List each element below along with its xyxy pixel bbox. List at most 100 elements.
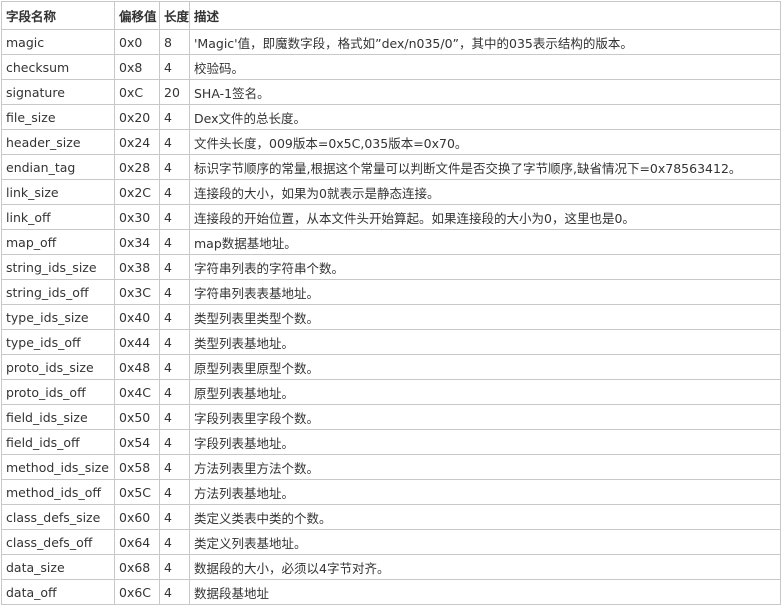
table-row: file_size 0x20 4 Dex文件的总长度。 [1,104,781,130]
table-body: magic 0x0 8 'Magic'值，即魔数字段，格式如”dex/n035/0”，… [1,29,781,605]
cell-length: 4 [159,379,190,405]
dex-header-table: 字段名称 偏移值 长度 描述 magic 0x0 8 'Magic'值，即魔数字段，格… [1,1,781,605]
cell-offset: 0x2C [114,179,160,205]
cell-description: 连接段的开始位置，从本文件头开始算起。如果连接段的大小为0，这里也是0。 [189,204,781,230]
cell-offset: 0x6C [114,579,160,605]
cell-description: 字段列表里字段个数。 [189,404,781,430]
cell-offset: 0x4C [114,379,160,405]
cell-length: 4 [159,329,190,355]
cell-field-name: link_size [1,179,115,205]
cell-length: 4 [159,454,190,480]
cell-length: 4 [159,579,190,605]
table-row: method_ids_off 0x5C 4 方法列表基地址。 [1,479,781,505]
cell-description: 数据段基地址 [189,579,781,605]
cell-offset: 0x40 [114,304,160,330]
cell-offset: 0x38 [114,254,160,280]
cell-offset: 0x28 [114,154,160,180]
cell-length: 4 [159,154,190,180]
table-row: class_defs_size 0x60 4 类定义类表中类的个数。 [1,504,781,530]
cell-description: 校验码。 [189,54,781,80]
table-row: signature 0xC 20 SHA-1签名。 [1,79,781,105]
cell-offset: 0x24 [114,129,160,155]
cell-length: 4 [159,54,190,80]
cell-field-name: string_ids_size [1,254,115,280]
cell-description: map数据基地址。 [189,229,781,255]
cell-field-name: class_defs_size [1,504,115,530]
cell-description: 字符串列表表基地址。 [189,279,781,305]
table-row: field_ids_off 0x54 4 字段列表基地址。 [1,429,781,455]
cell-description: 字符串列表的字符串个数。 [189,254,781,280]
table-row: proto_ids_off 0x4C 4 原型列表基地址。 [1,379,781,405]
cell-length: 4 [159,179,190,205]
cell-description: 方法列表里方法个数。 [189,454,781,480]
cell-field-name: signature [1,79,115,105]
cell-length: 4 [159,229,190,255]
table-row: data_off 0x6C 4 数据段基地址 [1,579,781,605]
cell-offset: 0x30 [114,204,160,230]
cell-offset: 0x34 [114,229,160,255]
cell-offset: 0x58 [114,454,160,480]
cell-length: 4 [159,129,190,155]
cell-field-name: map_off [1,229,115,255]
cell-description: Dex文件的总长度。 [189,104,781,130]
cell-field-name: string_ids_off [1,279,115,305]
cell-field-name: file_size [1,104,115,130]
table-row: type_ids_off 0x44 4 类型列表基地址。 [1,329,781,355]
table-row: method_ids_size 0x58 4 方法列表里方法个数。 [1,454,781,480]
table-row: type_ids_size 0x40 4 类型列表里类型个数。 [1,304,781,330]
cell-description: 'Magic'值，即魔数字段，格式如”dex/n035/0”，其中的035表示结… [189,29,781,55]
cell-field-name: magic [1,29,115,55]
cell-field-name: type_ids_off [1,329,115,355]
cell-description: 原型列表里原型个数。 [189,354,781,380]
cell-length: 4 [159,104,190,130]
table-row: endian_tag 0x28 4 标识字节顺序的常量,根据这个常量可以判断文件是否交… [1,154,781,180]
cell-length: 4 [159,279,190,305]
table-row: map_off 0x34 4 map数据基地址。 [1,229,781,255]
cell-description: 连接段的大小，如果为0就表示是静态连接。 [189,179,781,205]
cell-description: 类定义类表中类的个数。 [189,504,781,530]
cell-field-name: class_defs_off [1,529,115,555]
cell-field-name: method_ids_size [1,454,115,480]
cell-description: 标识字节顺序的常量,根据这个常量可以判断文件是否交换了字节顺序,缺省情况下=0x… [189,154,781,180]
cell-length: 8 [159,29,190,55]
cell-offset: 0x50 [114,404,160,430]
cell-field-name: link_off [1,204,115,230]
cell-offset: 0x54 [114,429,160,455]
table-row: header_size 0x24 4 文件头长度，009版本=0x5C,035版本=0… [1,129,781,155]
cell-offset: 0x48 [114,354,160,380]
cell-length: 4 [159,429,190,455]
cell-description: 文件头长度，009版本=0x5C,035版本=0x70。 [189,129,781,155]
table-row: checksum 0x8 4 校验码。 [1,54,781,80]
cell-length: 20 [159,79,190,105]
cell-length: 4 [159,504,190,530]
table-row: field_ids_size 0x50 4 字段列表里字段个数。 [1,404,781,430]
cell-offset: 0x0 [114,29,160,55]
cell-field-name: checksum [1,54,115,80]
cell-length: 4 [159,304,190,330]
header-length: 长度 [159,1,190,30]
cell-length: 4 [159,479,190,505]
header-description: 描述 [189,1,781,30]
cell-offset: 0x60 [114,504,160,530]
cell-length: 4 [159,554,190,580]
cell-field-name: data_size [1,554,115,580]
table-row: link_size 0x2C 4 连接段的大小，如果为0就表示是静态连接。 [1,179,781,205]
cell-field-name: data_off [1,579,115,605]
cell-length: 4 [159,354,190,380]
cell-description: 类型列表里类型个数。 [189,304,781,330]
cell-offset: 0x5C [114,479,160,505]
cell-field-name: method_ids_off [1,479,115,505]
table-row: magic 0x0 8 'Magic'值，即魔数字段，格式如”dex/n035/0”，… [1,29,781,55]
cell-description: 类型列表基地址。 [189,329,781,355]
cell-offset: 0x64 [114,529,160,555]
cell-length: 4 [159,529,190,555]
cell-field-name: field_ids_size [1,404,115,430]
cell-description: SHA-1签名。 [189,79,781,105]
cell-offset: 0x44 [114,329,160,355]
table-row: link_off 0x30 4 连接段的开始位置，从本文件头开始算起。如果连接段的大小… [1,204,781,230]
cell-offset: 0x3C [114,279,160,305]
table-row: string_ids_off 0x3C 4 字符串列表表基地址。 [1,279,781,305]
cell-field-name: type_ids_size [1,304,115,330]
cell-field-name: proto_ids_off [1,379,115,405]
cell-offset: 0x68 [114,554,160,580]
